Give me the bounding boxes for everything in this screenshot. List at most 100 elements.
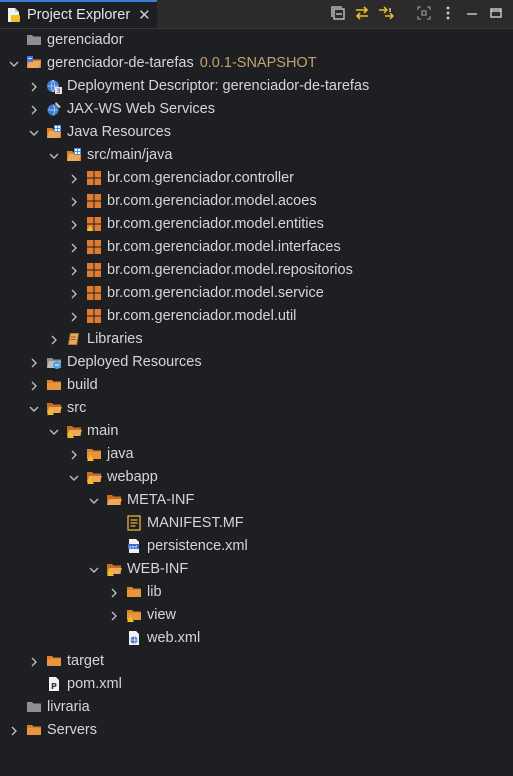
chevron-right-icon[interactable] [28, 380, 40, 392]
tree-item[interactable]: br.com.gerenciador.model.service [0, 282, 513, 305]
svg-text:3: 3 [56, 87, 60, 94]
pom-file-icon: P [46, 676, 62, 692]
tree-item[interactable]: MANIFEST.MF [0, 512, 513, 535]
tree-item[interactable]: Deployed Resources [0, 351, 513, 374]
folder-open-warning-icon [86, 469, 102, 485]
tree-item-text: livraria [47, 699, 90, 715]
tree-item[interactable]: src [0, 397, 513, 420]
chevron-right-icon[interactable] [68, 173, 80, 185]
chevron-right-icon[interactable] [28, 656, 40, 668]
tree-item[interactable]: br.com.gerenciador.model.util [0, 305, 513, 328]
tree-item[interactable]: src/main/java [0, 144, 513, 167]
folder-open-warning-icon [66, 423, 82, 439]
svg-text:xml: xml [129, 544, 137, 550]
tree-item-text: lib [147, 584, 162, 600]
tree-item[interactable]: build [0, 374, 513, 397]
chevron-down-icon[interactable] [28, 127, 40, 139]
tree-item[interactable]: xml persistence.xml [0, 535, 513, 558]
tree-item[interactable]: livraria [0, 696, 513, 719]
tree-item-label: br.com.gerenciador.controller [107, 170, 294, 187]
tree-item[interactable]: lib [0, 581, 513, 604]
chevron-down-icon[interactable] [8, 58, 20, 70]
chevron-right-icon[interactable] [68, 288, 80, 300]
chevron-right-icon[interactable] [28, 357, 40, 369]
chevron-right-icon[interactable] [28, 81, 40, 93]
chevron-down-icon[interactable] [48, 150, 60, 162]
link-with-editor-icon[interactable] [353, 4, 371, 22]
tree-item[interactable]: gerenciador-de-tarefas 0.0.1-SNAPSHOT [0, 52, 513, 75]
tree-item-text: META-INF [127, 492, 195, 508]
tree-item-label: Java Resources [67, 124, 171, 141]
folder-icon [46, 377, 62, 393]
tree-item[interactable]: java [0, 443, 513, 466]
tree-item[interactable]: web.xml [0, 627, 513, 650]
chevron-right-icon[interactable] [68, 219, 80, 231]
tree-item-label: br.com.gerenciador.model.service [107, 285, 324, 302]
tree-item[interactable]: Libraries [0, 328, 513, 351]
tree-item[interactable]: gerenciador [0, 29, 513, 52]
tree-item[interactable]: view [0, 604, 513, 627]
package-icon [86, 170, 102, 186]
chevron-right-icon[interactable] [68, 242, 80, 254]
tree-item[interactable]: Ppom.xml [0, 673, 513, 696]
tree-item[interactable]: Java Resources [0, 121, 513, 144]
open-project-icon [26, 55, 42, 71]
tree-item[interactable]: webapp [0, 466, 513, 489]
chevron-down-icon[interactable] [88, 495, 100, 507]
chevron-right-icon[interactable] [68, 311, 80, 323]
tree-item[interactable]: main [0, 420, 513, 443]
chevron-right-icon[interactable] [48, 334, 60, 346]
chevron-right-icon[interactable] [28, 104, 40, 116]
tree-item-text: main [87, 423, 119, 439]
folder-icon [26, 722, 42, 738]
deployed-resources-icon [46, 354, 62, 370]
tree-item-label: web.xml [147, 630, 200, 647]
tree-item-text: Libraries [87, 331, 143, 347]
chevron-down-icon[interactable] [48, 426, 60, 438]
tree-item-text: src/main/java [87, 147, 173, 163]
maximize-icon[interactable] [487, 4, 505, 22]
tree-item-text: pom.xml [67, 676, 122, 692]
focus-icon[interactable] [415, 4, 433, 22]
chevron-right-icon[interactable] [108, 610, 120, 622]
chevron-right-icon[interactable] [68, 265, 80, 277]
tree-item[interactable]: br.com.gerenciador.model.repositorios [0, 259, 513, 282]
chevron-down-icon[interactable] [88, 564, 100, 576]
chevron-down-icon[interactable] [28, 403, 40, 415]
close-icon[interactable]: ✕ [138, 6, 151, 24]
tree-item-text: br.com.gerenciador.model.acoes [107, 193, 317, 209]
view-menu-icon[interactable] [439, 4, 457, 22]
tree-item[interactable]: target [0, 650, 513, 673]
minimize-icon[interactable] [463, 4, 481, 22]
chevron-right-icon[interactable] [108, 587, 120, 599]
collapse-all-icon[interactable] [329, 4, 347, 22]
folder-open-icon [106, 492, 122, 508]
tree-item[interactable]: 3 Deployment Descriptor: gerenciador-de-t… [0, 75, 513, 98]
tree-item-text: gerenciador [47, 32, 124, 48]
project-explorer-tab[interactable]: Project Explorer ✕ [0, 0, 157, 28]
chevron-right-icon[interactable] [8, 725, 20, 737]
tree-item-label: br.com.gerenciador.model.repositorios [107, 262, 353, 279]
tree-item[interactable]: WEB-INF [0, 558, 513, 581]
package-icon [86, 239, 102, 255]
chevron-right-icon[interactable] [68, 449, 80, 461]
tree-item[interactable]: br.com.gerenciador.model.entities [0, 213, 513, 236]
tree-item-label: gerenciador-de-tarefas 0.0.1-SNAPSHOT [47, 55, 317, 72]
tree-item[interactable]: br.com.gerenciador.model.interfaces [0, 236, 513, 259]
tree-item-text: persistence.xml [147, 538, 248, 554]
tree-item[interactable]: br.com.gerenciador.controller [0, 167, 513, 190]
chevron-right-icon[interactable] [68, 196, 80, 208]
tree-item[interactable]: br.com.gerenciador.model.acoes [0, 190, 513, 213]
tree-item-label: JAX-WS Web Services [67, 101, 215, 118]
tree-item-text: Servers [47, 722, 97, 738]
filter-icon[interactable] [377, 4, 395, 22]
tree-item-label: Deployed Resources [67, 354, 202, 371]
tree-item[interactable]: META-INF [0, 489, 513, 512]
package-icon [86, 308, 102, 324]
manifest-file-icon [126, 515, 142, 531]
folder-icon [126, 584, 142, 600]
tree-item[interactable]: JAX-WS Web Services [0, 98, 513, 121]
chevron-down-icon[interactable] [68, 472, 80, 484]
tree-item-text: MANIFEST.MF [147, 515, 244, 531]
tree-item[interactable]: Servers [0, 719, 513, 742]
